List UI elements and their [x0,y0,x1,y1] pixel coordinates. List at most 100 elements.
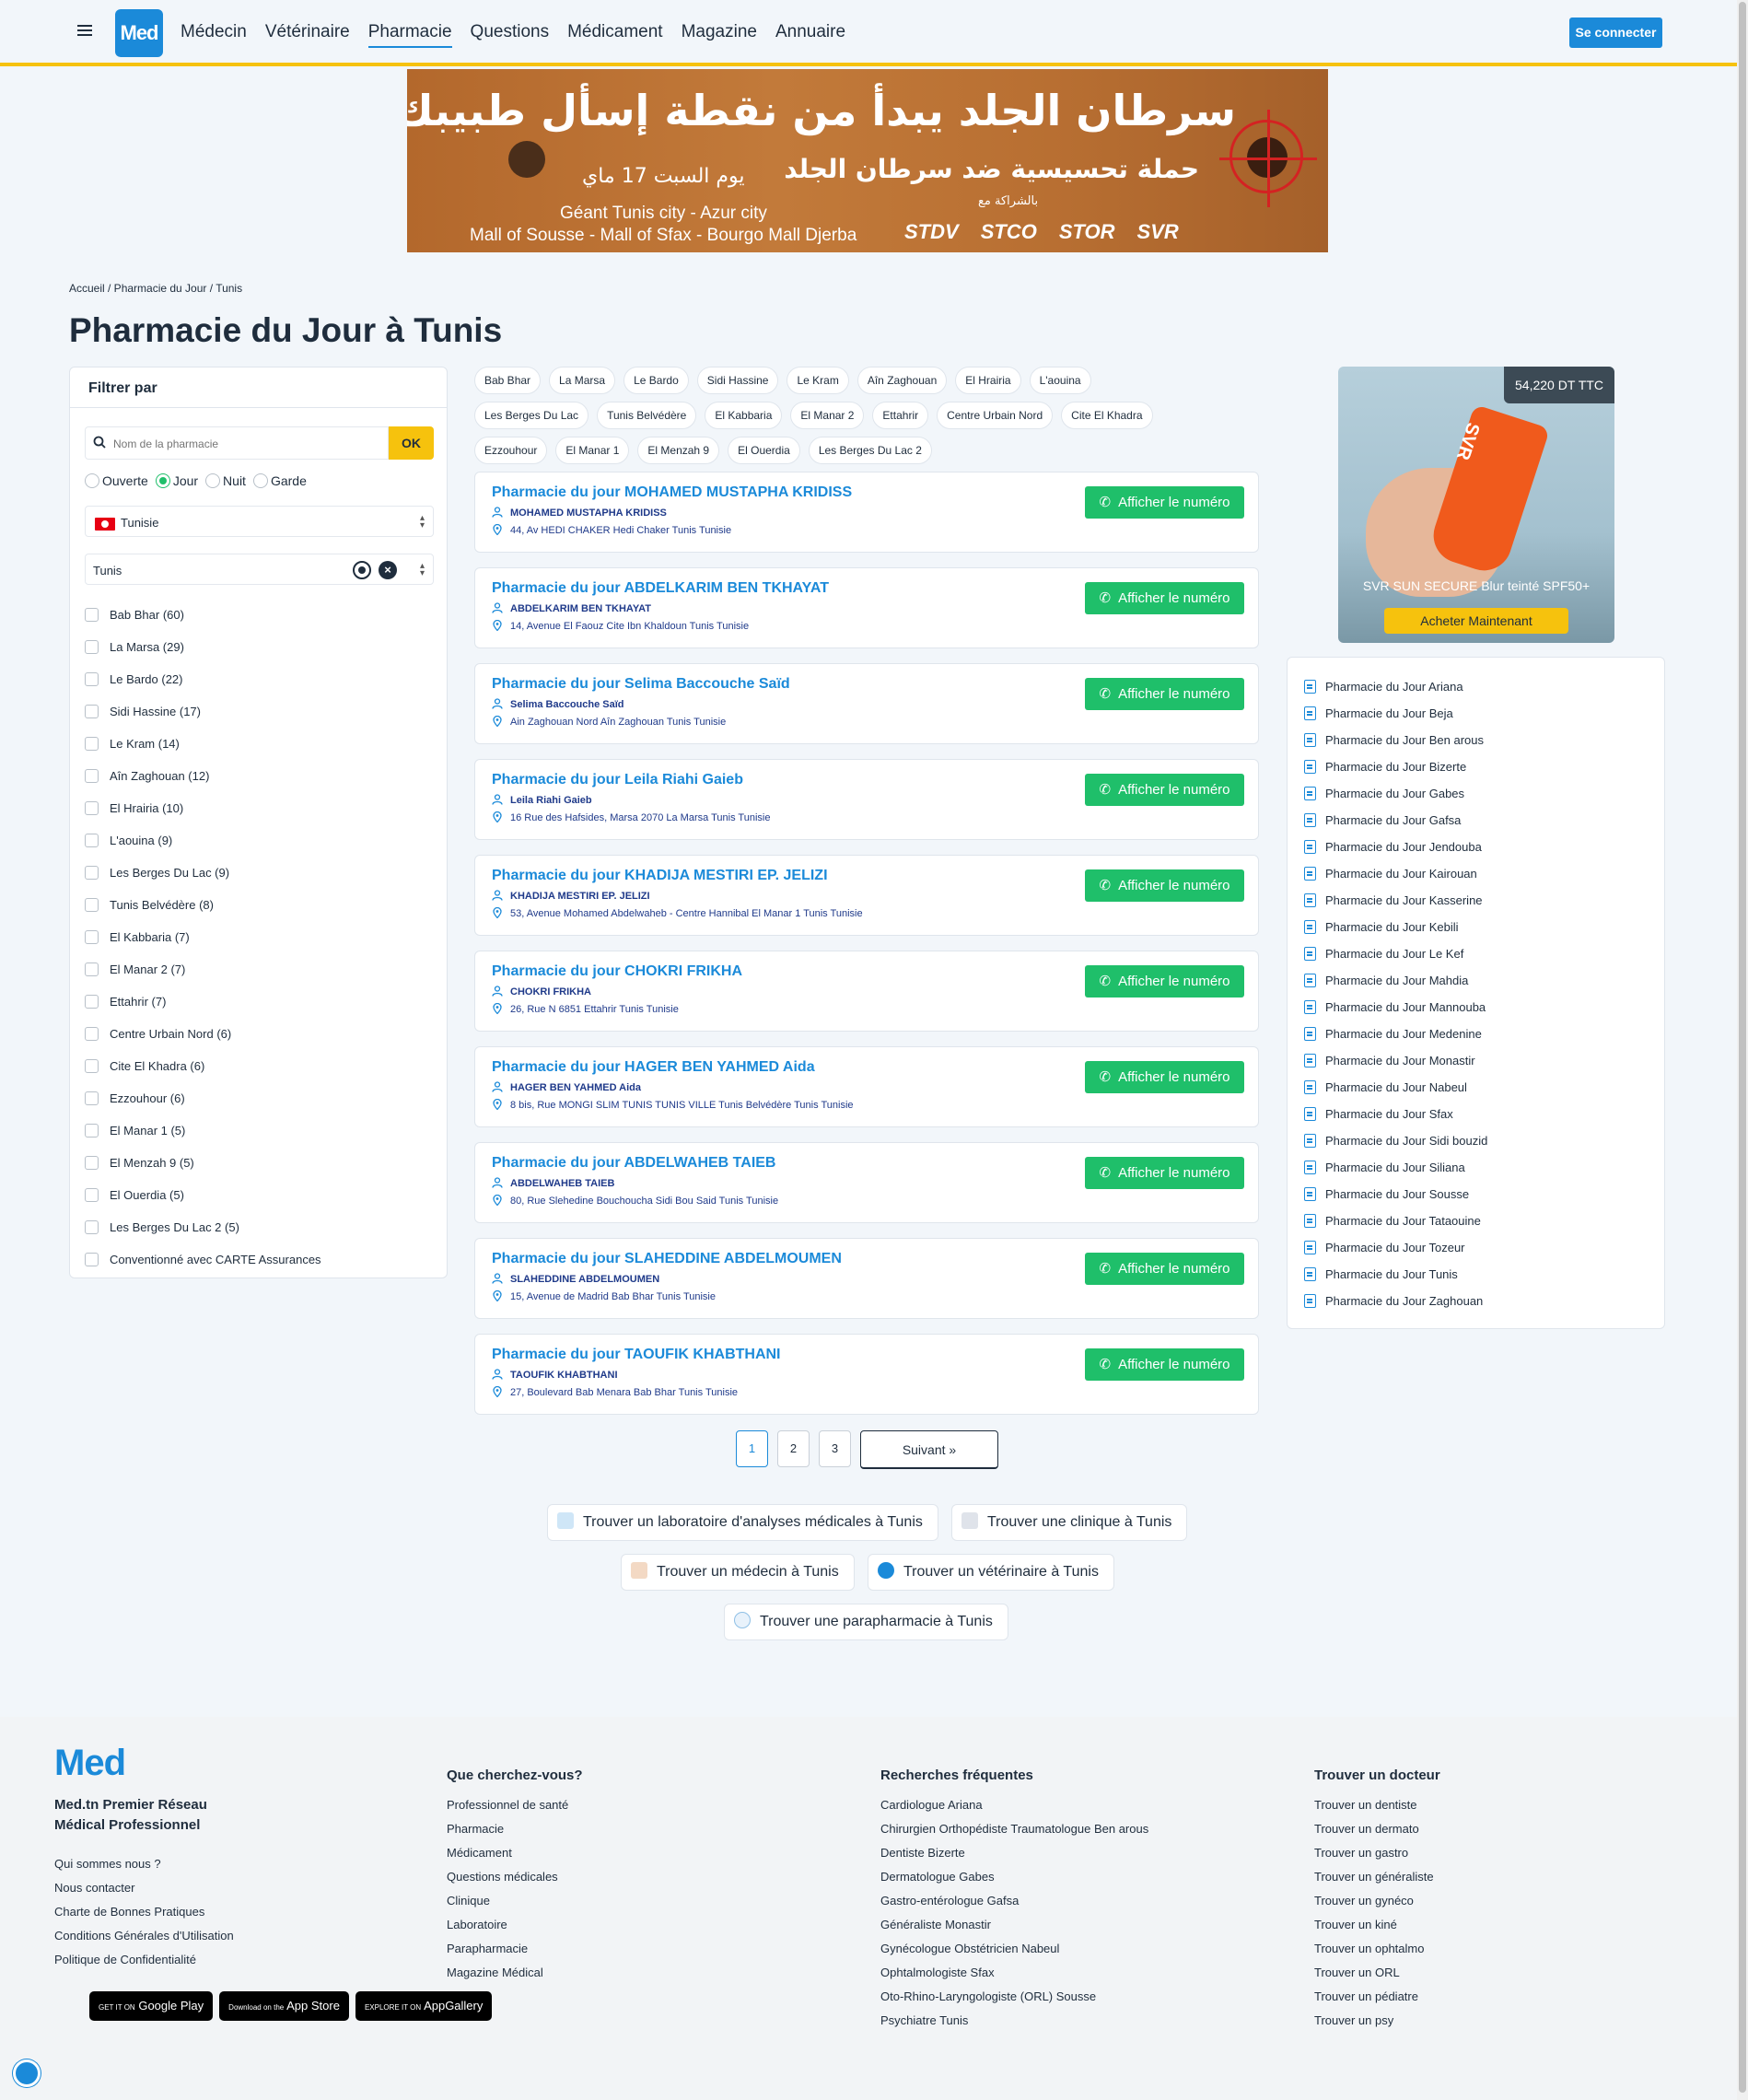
find-parapharmacy-button[interactable]: Trouver une parapharmacie à Tunis [724,1604,1008,1640]
region-link[interactable]: Pharmacie du Jour Sidi bouzid [1304,1127,1664,1154]
region-link[interactable]: Pharmacie du Jour Kebili [1304,914,1664,940]
neighborhood-tag[interactable]: Cite El Khadra [1061,402,1153,429]
region-link[interactable]: Pharmacie du Jour Kasserine [1304,887,1664,914]
neighborhood-tag[interactable]: Le Bardo [623,367,689,394]
neighborhood-tag[interactable]: El Manar 2 [790,402,865,429]
region-link[interactable]: Pharmacie du Jour Mahdia [1304,967,1664,994]
radio-circle[interactable] [252,473,268,488]
footer-logo[interactable]: Med [54,1743,126,1784]
neighborhood-checkbox[interactable]: Conventionné avec CARTE Assurances [85,1243,435,1276]
radio-circle[interactable] [155,473,170,488]
neighborhood-checkbox[interactable]: Tunis Belvédère (8) [85,889,435,921]
neighborhood-checkbox[interactable]: Centre Urbain Nord (6) [85,1018,435,1050]
show-number-button[interactable]: ✆ Afficher le numéro [1085,1061,1244,1093]
footer-link[interactable]: Trouver un ORL [1314,1966,1440,1989]
checkbox[interactable] [85,898,99,912]
breadcrumb[interactable]: Accueil / Pharmacie du Jour / Tunis [69,282,242,295]
region-link[interactable]: Pharmacie du Jour Le Kef [1304,940,1664,967]
nav-veterinaire[interactable]: Vétérinaire [265,22,350,48]
region-link[interactable]: Pharmacie du Jour Sfax [1304,1101,1664,1127]
site-logo[interactable]: Med [115,9,163,57]
checkbox[interactable] [85,1220,99,1234]
nav-annuaire[interactable]: Annuaire [775,22,845,48]
neighborhood-tag[interactable]: Les Berges Du Lac 2 [808,437,932,464]
neighborhood-tag[interactable]: Ettahrir [872,402,929,429]
region-link[interactable]: Pharmacie du Jour Tunis [1304,1261,1664,1288]
checkbox[interactable] [85,640,99,654]
pharmacy-title-link[interactable]: Pharmacie du jour Selima Baccouche Saïd [492,676,790,693]
show-number-button[interactable]: ✆ Afficher le numéro [1085,965,1244,998]
footer-link[interactable]: Questions médicales [447,1870,583,1894]
pharmacy-title-link[interactable]: Pharmacie du jour MOHAMED MUSTAPHA KRIDI… [492,484,852,501]
nav-pharmacie[interactable]: Pharmacie [367,22,452,48]
region-link[interactable]: Pharmacie du Jour Zaghouan [1304,1288,1664,1314]
find-lab-button[interactable]: Trouver un laboratoire d'analyses médica… [547,1504,938,1541]
neighborhood-tag[interactable]: Tunis Belvédère [597,402,697,429]
footer-link[interactable]: Professionnel de santé [447,1798,583,1822]
show-number-button[interactable]: ✆ Afficher le numéro [1085,1348,1244,1381]
footer-link[interactable]: Psychiatre Tunis [880,2013,1148,2037]
show-number-button[interactable]: ✆ Afficher le numéro [1085,582,1244,614]
footer-link[interactable]: Trouver un kiné [1314,1918,1440,1942]
footer-link[interactable]: Nous contacter [54,1881,234,1905]
pharmacy-title-link[interactable]: Pharmacie du jour Leila Riahi Gaieb [492,772,743,788]
footer-link[interactable]: Dentiste Bizerte [880,1846,1148,1870]
neighborhood-checkbox[interactable]: El Hrairia (10) [85,792,435,824]
footer-link[interactable]: Trouver un généraliste [1314,1870,1440,1894]
neighborhood-tag[interactable]: Bab Bhar [474,367,542,394]
footer-link[interactable]: Pharmacie [447,1822,583,1846]
checkbox[interactable] [85,737,99,751]
neighborhood-checkbox[interactable]: El Manar 1 (5) [85,1114,435,1147]
region-link[interactable]: Pharmacie du Jour Kairouan [1304,860,1664,887]
next-page-button[interactable]: Suivant » [860,1430,998,1469]
footer-link[interactable]: Trouver un gynéco [1314,1894,1440,1918]
footer-link[interactable]: Conditions Générales d'Utilisation [54,1929,234,1953]
show-number-button[interactable]: ✆ Afficher le numéro [1085,774,1244,806]
neighborhood-tag[interactable]: El Kabbaria [705,402,783,429]
show-number-button[interactable]: ✆ Afficher le numéro [1085,678,1244,710]
region-link[interactable]: Pharmacie du Jour Tataouine [1304,1208,1664,1234]
footer-link[interactable]: Magazine Médical [447,1966,583,1989]
region-link[interactable]: Pharmacie du Jour Beja [1304,700,1664,727]
login-button[interactable]: Se connecter [1569,18,1662,48]
page-1-button[interactable]: 1 [736,1430,768,1467]
checkbox[interactable] [85,705,99,718]
footer-link[interactable]: Politique de Confidentialité [54,1953,234,1977]
radio-garde[interactable]: Garde [252,473,307,488]
neighborhood-tag[interactable]: La Marsa [549,367,616,394]
city-select[interactable]: Tunis × ▴ ▾ [85,554,434,585]
footer-link[interactable]: Cardiologue Ariana [880,1798,1148,1822]
pharmacy-title-link[interactable]: Pharmacie du jour SLAHEDDINE ABDELMOUMEN [492,1251,842,1267]
checkbox[interactable] [85,1253,99,1266]
find-clinic-button[interactable]: Trouver une clinique à Tunis [951,1504,1188,1541]
neighborhood-checkbox[interactable]: El Kabbaria (7) [85,921,435,953]
region-link[interactable]: Pharmacie du Jour Medenine [1304,1021,1664,1047]
neighborhood-tag[interactable]: L'aouina [1029,367,1091,394]
neighborhood-tag[interactable]: El Ouerdia [728,437,800,464]
neighborhood-checkbox[interactable]: Aîn Zaghouan (12) [85,760,435,792]
footer-link[interactable]: Oto-Rhino-Laryngologiste (ORL) Sousse [880,1989,1148,2013]
region-link[interactable]: Pharmacie du Jour Gabes [1304,780,1664,807]
pharmacy-title-link[interactable]: Pharmacie du jour ABDELKARIM BEN TKHAYAT [492,580,829,597]
country-select[interactable]: Tunisie ▴ ▾ [85,506,434,537]
region-link[interactable]: Pharmacie du Jour Jendouba [1304,834,1664,860]
show-number-button[interactable]: ✆ Afficher le numéro [1085,1157,1244,1189]
find-vet-button[interactable]: Trouver un vétérinaire à Tunis [868,1554,1114,1591]
region-link[interactable]: Pharmacie du Jour Sousse [1304,1181,1664,1208]
neighborhood-checkbox[interactable]: Ezzouhour (6) [85,1082,435,1114]
neighborhood-tag[interactable]: Aîn Zaghouan [857,367,948,394]
buy-now-button[interactable]: Acheter Maintenant [1384,608,1568,634]
neighborhood-tag[interactable]: Le Kram [787,367,849,394]
region-link[interactable]: Pharmacie du Jour Gafsa [1304,807,1664,834]
footer-link[interactable]: Trouver un pédiatre [1314,1989,1440,2013]
pharmacy-title-link[interactable]: Pharmacie du jour CHOKRI FRIKHA [492,963,742,980]
region-link[interactable]: Pharmacie du Jour Mannouba [1304,994,1664,1021]
pharmacy-title-link[interactable]: Pharmacie du jour KHADIJA MESTIRI EP. JE… [492,868,828,884]
neighborhood-tag[interactable]: El Menzah 9 [637,437,720,464]
neighborhood-checkbox[interactable]: L'aouina (9) [85,824,435,857]
checkbox[interactable] [85,672,99,686]
region-link[interactable]: Pharmacie du Jour Ben arous [1304,727,1664,753]
footer-link[interactable]: Dermatologue Gabes [880,1870,1148,1894]
radio-nuit[interactable]: Nuit [205,473,246,488]
nav-medicament[interactable]: Médicament [567,22,663,48]
